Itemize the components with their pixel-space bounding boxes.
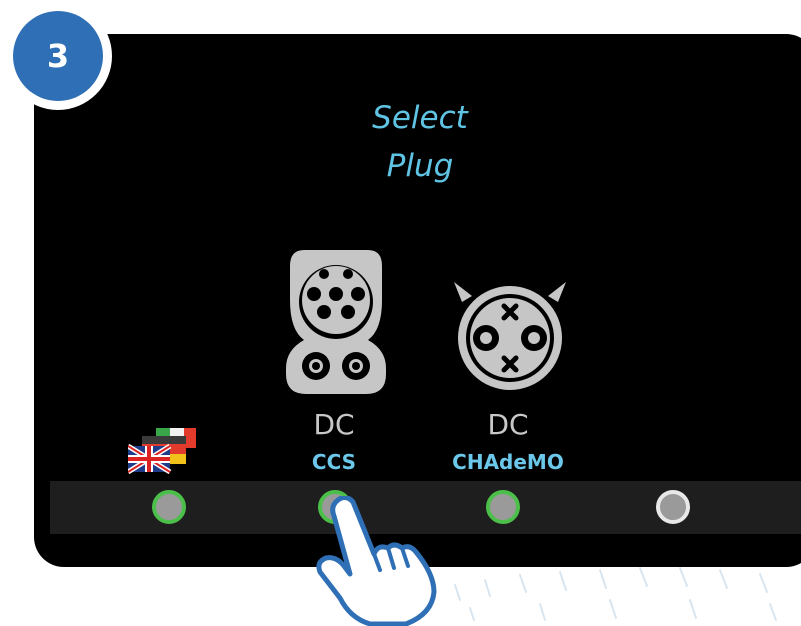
ccs-current-type: DC (313, 408, 355, 441)
step-badge: 3 (4, 2, 112, 110)
language-flags-icon[interactable] (128, 428, 196, 474)
chademo-label[interactable]: CHAdeMO (428, 450, 588, 474)
step-number: 3 (13, 11, 103, 101)
pointing-hand-icon (316, 496, 437, 626)
soft-button-3[interactable] (486, 490, 520, 524)
soft-button-1[interactable] (152, 490, 186, 524)
ccs-label[interactable]: CCS (254, 450, 414, 474)
soft-button-4[interactable] (656, 490, 690, 524)
ccs-plug-icon[interactable] (286, 250, 386, 394)
chademo-plug-icon[interactable] (450, 282, 570, 392)
screen-title-line2: Plug (386, 148, 454, 184)
screen-title-line1: Select (372, 100, 468, 136)
chademo-current-type: DC (487, 408, 529, 441)
